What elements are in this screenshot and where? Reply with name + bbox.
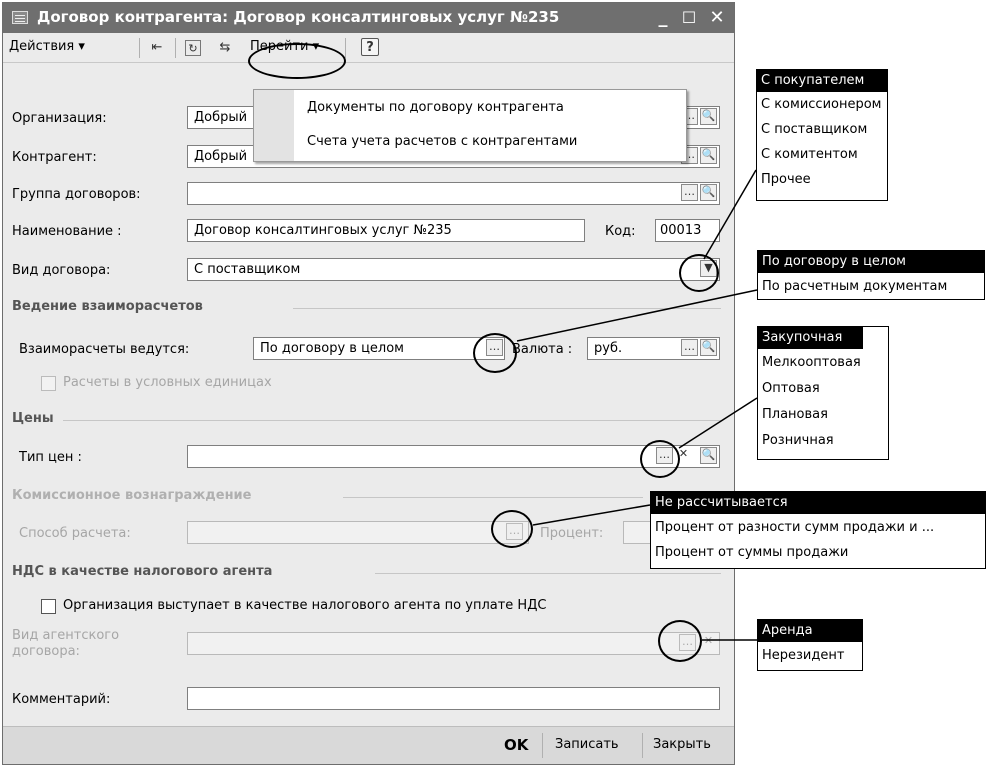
callout-line-commission: [532, 504, 651, 526]
callout-line-price-type: [678, 397, 758, 449]
callout-line-settlements: [516, 289, 758, 342]
callout-lines: [516, 169, 758, 641]
callout-line-contract-kind: [703, 169, 757, 260]
